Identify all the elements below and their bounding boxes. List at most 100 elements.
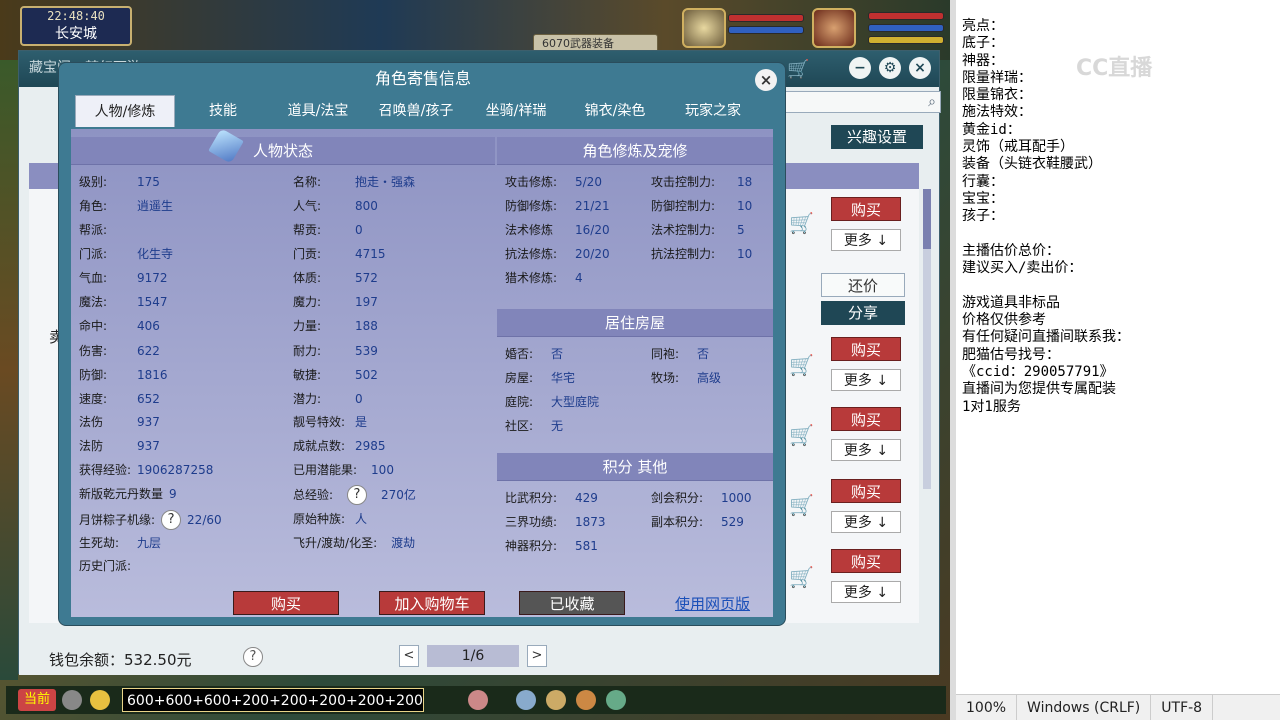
tab-player-home[interactable]: 玩家之家 bbox=[665, 95, 761, 127]
minimize-icon[interactable]: − bbox=[849, 57, 871, 79]
toolbar-icon-4[interactable] bbox=[606, 690, 626, 710]
row-cart-icon[interactable]: 🛒 bbox=[789, 423, 814, 447]
player-avatar-icon[interactable] bbox=[812, 8, 856, 48]
stat-value: 抱走・强森 bbox=[355, 175, 416, 189]
row-cart-icon[interactable]: 🛒 bbox=[789, 565, 814, 589]
note-line bbox=[962, 277, 1130, 294]
scrollbar[interactable] bbox=[923, 189, 931, 489]
use-web-version-link[interactable]: 使用网页版 bbox=[675, 593, 750, 614]
prev-page-button[interactable]: < bbox=[399, 645, 419, 667]
tab-outfits[interactable]: 锦衣/染色 bbox=[565, 95, 665, 127]
stat-value: 无 bbox=[551, 419, 564, 433]
chat-input[interactable]: 600+600+600+200+200+200+200+200 bbox=[122, 688, 424, 712]
row-more-button[interactable]: 更多 ↓ bbox=[831, 229, 901, 251]
row-cart-icon[interactable]: 🛒 bbox=[789, 493, 814, 517]
stat-row: 社区: 无 bbox=[505, 417, 563, 434]
row-cart-icon[interactable]: 🛒 bbox=[789, 353, 814, 377]
row-more-button[interactable]: 更多 ↓ bbox=[831, 439, 901, 461]
wallet-balance: 钱包余额：532.50元 bbox=[49, 651, 192, 669]
note-line: 游戏道具非标品 bbox=[962, 294, 1060, 311]
microphone-icon[interactable] bbox=[62, 690, 82, 710]
search-input[interactable]: ⌕ bbox=[779, 91, 941, 113]
row-actions: 购买 更多 ↓ bbox=[831, 197, 901, 251]
row-buy-button[interactable]: 购买 bbox=[831, 549, 901, 573]
scrollbar-thumb[interactable] bbox=[923, 189, 931, 249]
stat-row: 防御: 1816 bbox=[79, 366, 168, 383]
stat-label: 成就点数: bbox=[293, 439, 346, 453]
help-icon[interactable]: ? bbox=[347, 485, 367, 505]
tab-items[interactable]: 道具/法宝 bbox=[271, 95, 365, 127]
stat-label: 飞升/渡劫/化圣: bbox=[293, 536, 378, 550]
row-actions: 购买 更多 ↓ bbox=[831, 549, 901, 603]
toolbar-icon-3[interactable] bbox=[576, 690, 596, 710]
stat-value: 华宅 bbox=[551, 371, 576, 385]
row-cart-icon[interactable]: 🛒 bbox=[789, 211, 814, 235]
row-buy-button[interactable]: 购买 bbox=[831, 407, 901, 431]
encoding: UTF-8 bbox=[1151, 694, 1214, 720]
stat-row: 月饼粽子机缘:? 22/60 bbox=[79, 510, 222, 530]
note-line: 有任何疑问直播间联系我： bbox=[962, 329, 1130, 346]
stat-row: 婚否: 否 bbox=[505, 345, 563, 362]
stat-value: 1906287258 bbox=[137, 463, 214, 477]
interest-settings-button[interactable]: 兴趣设置 bbox=[831, 125, 923, 149]
stat-value: 4715 bbox=[355, 247, 386, 261]
stat-row: 靓号特效: 是 bbox=[293, 413, 367, 430]
toolbar-icon-2[interactable] bbox=[546, 690, 566, 710]
toolbar-icon-1[interactable] bbox=[516, 690, 536, 710]
stat-row: 帮派: bbox=[79, 221, 137, 238]
tab-character[interactable]: 人物/修炼 bbox=[75, 95, 175, 127]
emoji-icon[interactable] bbox=[90, 690, 110, 710]
line-ending: Windows (CRLF) bbox=[1017, 694, 1152, 720]
stat-value: 九层 bbox=[137, 536, 162, 550]
close-icon[interactable]: × bbox=[909, 57, 931, 79]
pagination: < 1/6 > bbox=[399, 645, 547, 667]
row-more-button[interactable]: 更多 ↓ bbox=[831, 511, 901, 533]
stat-row: 同袍: 否 bbox=[651, 345, 709, 362]
stat-row: 历史门派: bbox=[79, 557, 137, 574]
stat-row: 牧场: 高级 bbox=[651, 369, 721, 386]
stat-label: 力量: bbox=[293, 319, 322, 333]
channel-tag[interactable]: 当前 bbox=[18, 689, 56, 711]
game-background: 22:48:40 长安城 6070武器装备 藏宝阁 - 梦幻西游 − ⚙ × 🛒… bbox=[0, 0, 950, 720]
search-icon[interactable]: ⌕ bbox=[928, 94, 936, 110]
stat-label: 历史门派: bbox=[79, 559, 132, 573]
note-line: 黄金id： bbox=[962, 121, 1021, 138]
role-sale-dialog: 角色寄售信息 × 人物/修炼 技能 道具/法宝 召唤兽/孩子 坐骑/祥瑞 锦衣/… bbox=[58, 62, 786, 626]
stat-value: 化生寺 bbox=[137, 247, 174, 261]
row-more-button[interactable]: 更多 ↓ bbox=[831, 369, 901, 391]
next-page-button[interactable]: > bbox=[527, 645, 547, 667]
stat-value: 4 bbox=[575, 271, 583, 285]
row-buy-button[interactable]: 购买 bbox=[831, 337, 901, 361]
stat-row: 已用潜能果: 100 bbox=[293, 461, 394, 478]
pet-avatar-icon[interactable] bbox=[682, 8, 726, 48]
share-button[interactable]: 分享 bbox=[821, 301, 905, 325]
row-buy-button[interactable]: 购买 bbox=[831, 479, 901, 503]
add-to-cart-button[interactable]: 加入购物车 bbox=[379, 591, 485, 615]
help-icon[interactable]: ? bbox=[161, 510, 182, 530]
counter-offer-button[interactable]: 还价 bbox=[821, 273, 905, 297]
note-line: 《ccid：290057791》 bbox=[962, 363, 1114, 380]
stat-value: 2985 bbox=[355, 439, 386, 453]
notepad-text[interactable]: 亮点： 底子： 神器： 限量祥瑞： 限量锦衣： 施法特效： 黄金id： 灵饰（戒耳配手） 装备（… bbox=[962, 18, 1130, 416]
stat-label: 魔法: bbox=[79, 295, 108, 309]
row-more-button[interactable]: 更多 ↓ bbox=[831, 581, 901, 603]
stat-row: 获得经验: 1906287258 bbox=[79, 461, 213, 478]
gear-icon[interactable]: ⚙ bbox=[879, 57, 901, 79]
stat-value: 572 bbox=[355, 271, 378, 285]
close-icon[interactable]: × bbox=[755, 69, 777, 91]
tab-mounts[interactable]: 坐骑/祥瑞 bbox=[467, 95, 565, 127]
tab-pets[interactable]: 召唤兽/孩子 bbox=[365, 95, 467, 127]
stat-label: 防御修炼: bbox=[505, 199, 558, 213]
cart-icon[interactable]: 🛒 bbox=[787, 59, 809, 80]
stat-label: 速度: bbox=[79, 392, 108, 406]
stat-value: 502 bbox=[355, 368, 378, 382]
stat-label: 靓号特效: bbox=[293, 415, 346, 429]
row-buy-button[interactable]: 购买 bbox=[831, 197, 901, 221]
pet-mp-bar bbox=[728, 26, 804, 34]
stat-label: 门派: bbox=[79, 247, 108, 261]
buy-button[interactable]: 购买 bbox=[233, 591, 339, 615]
sheep-icon[interactable] bbox=[468, 690, 488, 710]
help-icon[interactable]: ? bbox=[243, 647, 263, 667]
tab-skills[interactable]: 技能 bbox=[175, 95, 271, 127]
collected-button[interactable]: 已收藏 bbox=[519, 591, 625, 615]
